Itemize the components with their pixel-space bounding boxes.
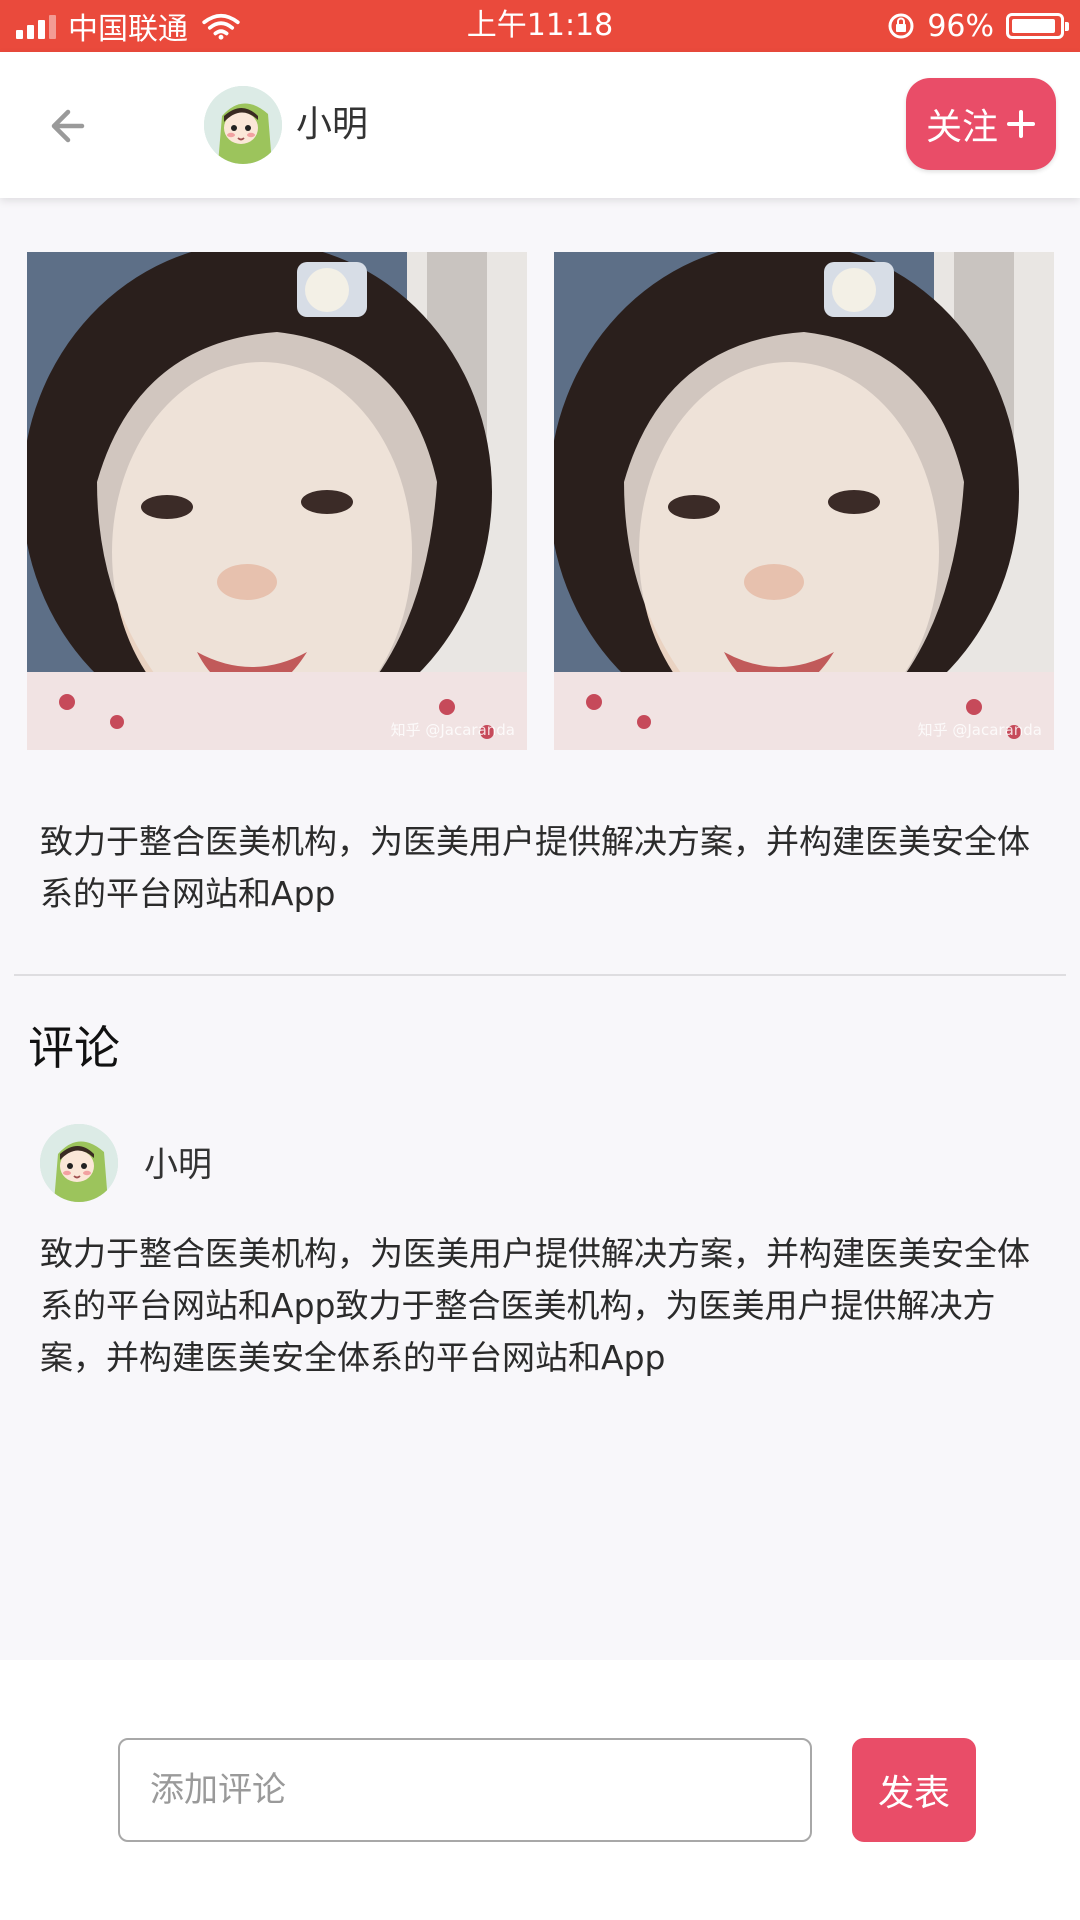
comment-text: 致力于整合医美机构，为医美用户提供解决方案，并构建医美安全体系的平台网站和App… bbox=[40, 1234, 1030, 1377]
follow-button-label: 关注 bbox=[925, 107, 998, 148]
comments-title: 评论 bbox=[28, 1021, 120, 1075]
comment-avatar[interactable] bbox=[40, 1124, 118, 1202]
divider bbox=[14, 974, 1066, 976]
plus-icon bbox=[1007, 110, 1035, 138]
publish-button-label: 发表 bbox=[877, 1773, 950, 1814]
status-right: 96% bbox=[887, 0, 1069, 52]
post-photo-1[interactable]: 知乎 @Jacaranda bbox=[27, 252, 527, 750]
avatar[interactable] bbox=[204, 86, 282, 164]
status-bar: 中国联通 上午11:18 96% bbox=[0, 0, 1080, 52]
publish-button[interactable]: 发表 bbox=[852, 1738, 976, 1842]
post-photo-2[interactable]: 知乎 @Jacaranda bbox=[554, 252, 1054, 750]
photo-watermark: 知乎 @Jacaranda bbox=[917, 721, 1042, 739]
post-description: 致力于整合医美机构，为医美用户提供解决方案，并构建医美安全体系的平台网站和App bbox=[40, 822, 1030, 913]
avatar-illustration-icon bbox=[204, 86, 282, 164]
follow-button[interactable]: 关注 bbox=[906, 78, 1056, 170]
comment-user-name[interactable]: 小明 bbox=[144, 1140, 212, 1190]
header-user-name[interactable]: 小明 bbox=[296, 100, 368, 150]
top-nav-bar: 小明 关注 bbox=[0, 52, 1080, 198]
arrow-left-icon[interactable] bbox=[40, 96, 100, 156]
rotation-lock-icon bbox=[888, 13, 914, 39]
avatar-illustration-icon bbox=[40, 1124, 118, 1202]
photo-image bbox=[554, 252, 1054, 750]
photo-image bbox=[27, 252, 527, 750]
battery-percent: 96% bbox=[927, 8, 994, 44]
battery-icon bbox=[1006, 13, 1069, 39]
photo-watermark: 知乎 @Jacaranda bbox=[390, 721, 515, 739]
comment-input[interactable] bbox=[118, 1738, 812, 1842]
